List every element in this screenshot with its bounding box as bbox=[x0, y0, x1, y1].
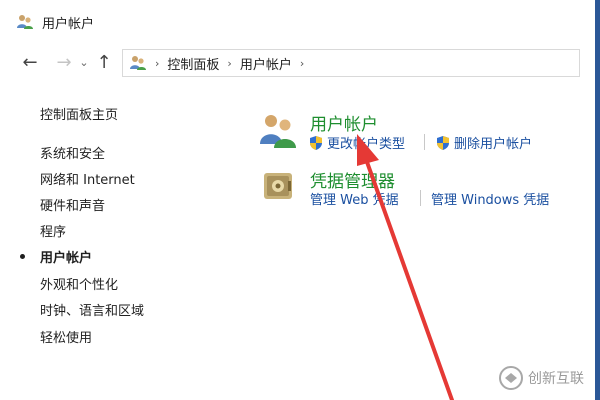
users-icon bbox=[130, 56, 146, 70]
back-button[interactable]: ← bbox=[18, 51, 42, 75]
watermark: 创新互联 bbox=[498, 362, 595, 394]
breadcrumb-separator[interactable]: › bbox=[227, 57, 231, 70]
link-divider bbox=[424, 134, 425, 150]
window-title: 用户帐户 bbox=[42, 16, 95, 32]
breadcrumb-control-panel[interactable]: 控制面板 bbox=[167, 54, 219, 73]
uac-shield-icon bbox=[310, 135, 322, 150]
breadcrumb-separator[interactable]: › bbox=[300, 57, 304, 70]
sidebar-item-clock-region[interactable]: 时钟、语言和区域 bbox=[40, 300, 144, 319]
sidebar-item-appearance[interactable]: 外观和个性化 bbox=[40, 274, 118, 293]
up-button[interactable]: ↑ bbox=[92, 51, 116, 75]
sidebar-item-ease-of-access[interactable]: 轻松使用 bbox=[40, 327, 92, 346]
breadcrumb-user-accounts[interactable]: 用户帐户 bbox=[240, 54, 292, 73]
link-divider bbox=[420, 190, 421, 206]
watermark-logo-icon bbox=[499, 366, 523, 390]
title-bar: 用户帐户 bbox=[0, 0, 595, 44]
change-account-type-link[interactable]: 更改帐户类型 bbox=[308, 133, 405, 152]
sidebar-item-programs[interactable]: 程序 bbox=[40, 221, 66, 240]
manage-web-credentials-link[interactable]: 管理 Web 凭据 bbox=[310, 189, 399, 208]
user-accounts-icon[interactable] bbox=[258, 110, 298, 150]
sidebar-item-user-accounts[interactable]: 用户帐户 bbox=[40, 247, 92, 266]
remove-user-accounts-link[interactable]: 删除用户帐户 bbox=[435, 133, 532, 152]
users-icon bbox=[17, 15, 33, 29]
window-edge bbox=[595, 0, 600, 400]
current-item-bullet bbox=[20, 254, 25, 259]
remove-user-accounts-label[interactable]: 删除用户帐户 bbox=[454, 133, 532, 152]
forward-button[interactable]: → bbox=[52, 51, 76, 75]
sidebar-item-network[interactable]: 网络和 Internet bbox=[40, 169, 135, 188]
sidebar-item-system-security[interactable]: 系统和安全 bbox=[40, 143, 105, 162]
sidebar-item-hardware-sound[interactable]: 硬件和声音 bbox=[40, 195, 105, 214]
change-account-type-label[interactable]: 更改帐户类型 bbox=[327, 133, 405, 152]
recent-locations-button[interactable]: ⌄ bbox=[76, 51, 92, 75]
breadcrumb-separator[interactable]: › bbox=[155, 57, 159, 70]
navigation-bar: ← → ⌄ ↑ › 控制面板 › 用户帐户 › bbox=[0, 46, 595, 80]
user-accounts-title[interactable]: 用户帐户 bbox=[310, 110, 378, 135]
credential-manager-icon[interactable] bbox=[262, 170, 294, 202]
manage-windows-credentials-link[interactable]: 管理 Windows 凭据 bbox=[431, 189, 549, 208]
address-bar[interactable]: › 控制面板 › 用户帐户 › bbox=[122, 49, 580, 77]
uac-shield-icon bbox=[437, 135, 449, 150]
control-panel-window: 用户帐户 ← → ⌄ ↑ › 控制面板 › 用户帐户 › 控制面板主页 系统和安… bbox=[0, 0, 600, 400]
sidebar-home-link[interactable]: 控制面板主页 bbox=[40, 104, 118, 123]
watermark-text: 创新互联 bbox=[528, 371, 584, 387]
